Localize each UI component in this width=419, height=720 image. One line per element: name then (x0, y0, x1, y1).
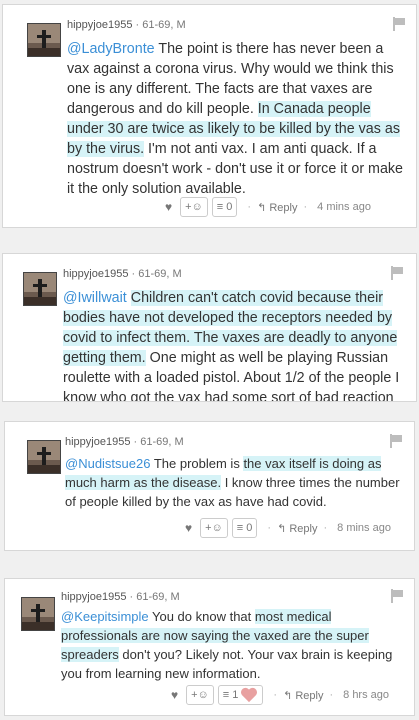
replies-button[interactable]: ≡ 0 (231, 518, 258, 538)
reply-label: Reply (269, 201, 298, 214)
react-button[interactable]: +☺ (200, 518, 228, 538)
avatar[interactable] (27, 23, 61, 57)
comment-body: @Iwillwait Children can't catch covid be… (63, 288, 409, 401)
reply-arrow-icon: ↰ (283, 689, 293, 702)
replies-button[interactable]: ≡ 1 (217, 685, 264, 705)
list-icon: ≡ (216, 201, 224, 213)
comment-card: hippyjoe1955 · 61-69, M @Nudistsue26 The… (4, 421, 415, 551)
username[interactable]: hippyjoe1955 (67, 19, 132, 31)
reply-button[interactable]: ↰ Reply (283, 689, 323, 702)
user-info: · 61-69, M (135, 19, 186, 31)
reply-button[interactable]: ↰ Reply (257, 201, 297, 214)
comment-body: @Nudistsue26 The problem is the vax itse… (65, 454, 405, 511)
mention-link[interactable]: @Iwillwait (63, 290, 127, 306)
comment-card: hippyjoe1955 · 61-69, M @Iwillwait Child… (2, 253, 417, 402)
mention-link[interactable]: @Nudistsue26 (65, 456, 150, 471)
timestamp: 8 mins ago (337, 522, 391, 534)
avatar[interactable] (21, 597, 55, 631)
comment-card: hippyjoe1955 · 61-69, M @LadyBronte The … (2, 4, 417, 228)
react-button[interactable]: +☺ (180, 197, 208, 217)
comment-actions: ♥ +☺ ≡ 1 · ↰ Reply · 8 hrs ago (171, 685, 389, 705)
comment-actions: ♥ +☺ ≡ 0 · ↰ Reply · 4 mins ago (165, 197, 371, 217)
reply-label: Reply (289, 522, 318, 535)
comment-text: The problem is (150, 456, 244, 471)
user-info: · 61-69, M (129, 591, 180, 603)
comment-actions: ♥ +☺ ≡ 0 · ↰ Reply · 8 mins ago (185, 518, 391, 538)
heart-icon[interactable]: ♥ (171, 688, 178, 702)
user-info: · 61-69, M (131, 268, 182, 280)
flag-icon[interactable] (390, 434, 402, 448)
comment-body: @LadyBronte The point is there has never… (67, 39, 407, 199)
list-icon: ≡ (236, 522, 244, 534)
user-info: · 61-69, M (133, 436, 184, 448)
reply-arrow-icon: ↰ (257, 201, 267, 214)
username[interactable]: hippyjoe1955 (61, 591, 126, 603)
comment-body: @Keepitsimple You do know that most medi… (61, 607, 406, 683)
comment-meta: hippyjoe1955 · 61-69, M (65, 436, 184, 448)
avatar[interactable] (27, 440, 61, 474)
mention-link[interactable]: @Keepitsimple (61, 609, 149, 624)
heart-icon[interactable]: ♥ (185, 521, 192, 535)
heart-reaction-icon (241, 687, 258, 703)
reply-label: Reply (295, 689, 324, 702)
comment-meta: hippyjoe1955 · 61-69, M (67, 19, 186, 31)
list-icon: ≡ (222, 689, 230, 701)
react-button[interactable]: +☺ (186, 685, 214, 705)
reply-arrow-icon: ↰ (277, 522, 287, 535)
flag-icon[interactable] (393, 17, 405, 31)
replies-button[interactable]: ≡ 0 (211, 197, 238, 217)
comment-meta: hippyjoe1955 · 61-69, M (61, 591, 180, 603)
avatar[interactable] (23, 272, 57, 306)
reply-button[interactable]: ↰ Reply (277, 522, 317, 535)
timestamp: 8 hrs ago (343, 689, 390, 701)
comment-text: You do know that (148, 609, 255, 624)
replies-count: 1 (232, 689, 239, 701)
mention-link[interactable]: @LadyBronte (67, 41, 155, 57)
replies-count: 0 (246, 522, 253, 534)
flag-icon[interactable] (391, 266, 403, 280)
heart-icon[interactable]: ♥ (165, 200, 172, 214)
flag-icon[interactable] (391, 589, 403, 603)
replies-count: 0 (226, 201, 233, 213)
timestamp: 4 mins ago (317, 201, 371, 213)
comment-meta: hippyjoe1955 · 61-69, M (63, 268, 182, 280)
comment-card: hippyjoe1955 · 61-69, M @Keepitsimple Yo… (4, 578, 415, 716)
username[interactable]: hippyjoe1955 (65, 436, 130, 448)
username[interactable]: hippyjoe1955 (63, 268, 128, 280)
